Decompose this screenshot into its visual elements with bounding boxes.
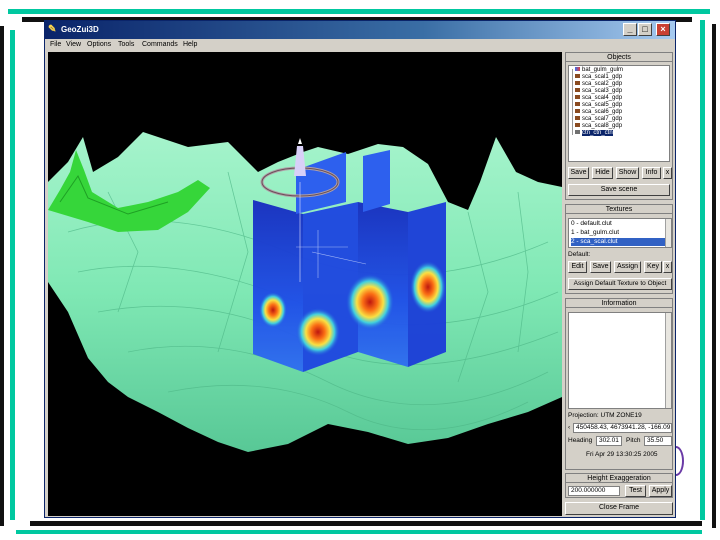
height-exaggeration-header: Height Exaggeration [566,474,672,483]
close-window-button[interactable]: × [656,23,670,36]
show-button[interactable]: Show [616,167,639,179]
slide-decor-bottom-black [30,521,702,526]
textures-close-button[interactable]: x [663,261,672,273]
height-exaggeration-input[interactable]: 200.000000 [568,486,620,496]
hide-button[interactable]: Hide [592,167,613,179]
information-text [568,312,672,409]
objects-save-button[interactable]: Save [568,167,589,179]
slide-decor-bottom-green [16,530,702,534]
menu-help[interactable]: Help [183,41,197,48]
scalar-icon [575,95,580,99]
information-header: Information [566,299,672,308]
key-button[interactable]: Key [644,261,662,273]
texture-item[interactable]: 0 - default.clut [571,220,669,228]
terrain-scene [48,132,562,452]
coordinate-field: 450458.43, 4673941.28, -166.09 [573,423,672,433]
projection-text: Projection: UTM ZONE19 [568,412,642,419]
window-title: GeoZui3D [61,25,99,34]
object-item[interactable]: bat_gulm_gulm [575,67,623,74]
menu-bar: File View Options Tools Commands Help [45,39,675,51]
information-group: Information Projection: UTM ZONE19 ‹ 450… [565,298,673,470]
texture-item-selected[interactable]: 2 - sca_scal.clut [571,238,669,246]
scalar-icon [575,74,580,78]
menu-commands[interactable]: Commands [142,41,178,48]
pitch-field[interactable]: 35.50 [644,436,672,446]
slide-decor-right-green [700,20,705,520]
assign-button[interactable]: Assign [614,261,641,273]
title-bar[interactable]: ✎ GeoZui3D _ □ × [45,21,675,39]
3d-viewport[interactable] [48,52,562,516]
app-window: ✎ GeoZui3D _ □ × File View Options Tools… [44,20,676,518]
textures-header: Textures [566,205,672,214]
textures-list[interactable]: 0 - default.clut 1 - bat_gulm.clut 2 - s… [568,218,672,248]
slide-decor-right-black [712,24,716,528]
objects-header: Objects [566,53,672,62]
scalar-icon [575,116,580,120]
heading-label: Heading [568,437,593,444]
save-scene-button[interactable]: Save scene [568,184,670,196]
objects-close-button[interactable]: x [663,167,672,179]
menu-options[interactable]: Options [87,41,111,48]
edit-button[interactable]: Edit [568,261,587,273]
object-item[interactable]: sca_scal6_gdp [575,109,622,116]
objects-group: Objects bat_gulm_gulm sca_scal1_gdp sca_… [565,52,673,200]
app-icon: ✎ [48,24,57,35]
object-item[interactable]: sca_scal1_gdp [575,74,622,81]
menu-file[interactable]: File [50,41,61,48]
scalar-icon [575,81,580,85]
textures-save-button[interactable]: Save [590,261,611,273]
object-item[interactable]: sca_scal3_gdp [575,88,622,95]
assign-default-texture-button[interactable]: Assign Default Texture to Object [568,278,672,290]
bathymetry-icon [575,67,580,71]
scalar-icon [575,109,580,113]
menu-view[interactable]: View [66,41,81,48]
close-frame-button[interactable]: Close Frame [565,502,673,515]
menu-tools[interactable]: Tools [118,41,134,48]
contour-icon [575,130,580,134]
test-button[interactable]: Test [625,485,646,497]
object-item[interactable]: sca_scal5_gdp [575,102,622,109]
tree-connector [572,69,573,135]
height-exaggeration-group: Height Exaggeration 200.000000 Test Appl… [565,473,673,498]
object-item[interactable]: sca_scal7_gdp [575,116,622,123]
object-item[interactable]: sca_scal8_gdp [575,123,622,130]
slide-decor-top-green [8,9,710,14]
textures-scrollbar[interactable] [665,219,671,247]
objects-list[interactable]: bat_gulm_gulm sca_scal1_gdp sca_scal2_gd… [568,65,670,162]
object-item-selected[interactable]: ctn_ctn_ctn [575,130,613,137]
object-item[interactable]: sca_scal2_gdp [575,81,622,88]
coordinate-arrow-icon: ‹ [568,424,571,431]
maximize-button[interactable]: □ [638,23,652,36]
default-label: Default: [568,251,591,258]
slide-decor-left-green [10,30,15,520]
textures-group: Textures 0 - default.clut 1 - bat_gulm.c… [565,204,673,294]
info-button[interactable]: Info [642,167,661,179]
apply-button[interactable]: Apply [649,485,672,497]
scalar-icon [575,102,580,106]
control-panel: Objects bat_gulm_gulm sca_scal1_gdp sca_… [565,52,673,516]
datetime-text: Fri Apr 29 13:30:25 2005 [586,451,658,458]
scalar-icon [575,88,580,92]
slide-decor-left-black [0,26,4,526]
object-item[interactable]: sca_scal4_gdp [575,95,622,102]
pitch-label: Pitch [626,437,641,444]
scalar-icon [575,123,580,127]
texture-item[interactable]: 1 - bat_gulm.clut [571,229,669,237]
heading-field[interactable]: 302.01 [596,436,622,446]
information-scrollbar[interactable] [665,313,671,408]
minimize-button[interactable]: _ [623,23,637,36]
